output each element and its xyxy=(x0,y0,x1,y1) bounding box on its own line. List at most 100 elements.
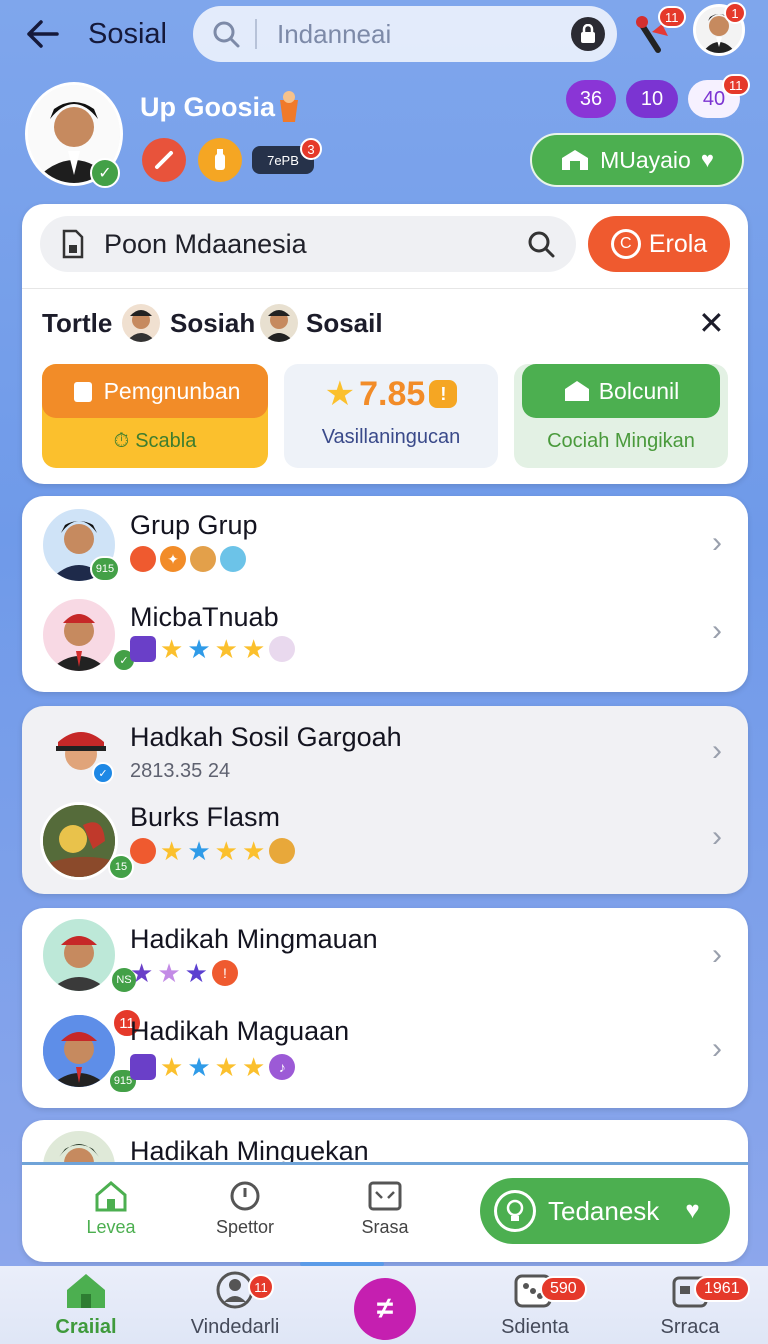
nav-label: Vindedarli xyxy=(190,1316,280,1338)
tab-spettor[interactable]: Spettor xyxy=(190,1180,300,1238)
search-input[interactable]: Indanneai xyxy=(193,6,617,62)
nav-badge: 590 xyxy=(540,1276,587,1302)
star-icon: ★ xyxy=(214,1052,238,1082)
heart-icon: ♥ xyxy=(700,147,714,172)
star-icon: ★ xyxy=(187,836,211,866)
close-icon[interactable]: ✕ xyxy=(698,304,725,342)
tile-3-button[interactable]: Bolcunil xyxy=(522,364,720,418)
lock-icon[interactable] xyxy=(571,17,605,51)
search-divider xyxy=(255,19,257,49)
music-icon: ♪ xyxy=(269,1054,296,1080)
chevron-right-icon: › xyxy=(712,938,722,971)
primary-tab-label: Tedanesk xyxy=(548,1195,660,1226)
reaction-icon xyxy=(130,546,156,572)
tab-levea[interactable]: Levea xyxy=(56,1180,166,1238)
list-avatar xyxy=(40,1012,118,1090)
primary-tab-action[interactable]: Tedanesk ♥ xyxy=(480,1178,730,1244)
divider xyxy=(22,288,748,289)
star-icon: ★ xyxy=(187,1052,211,1082)
document-lock-icon xyxy=(62,229,84,259)
list-title: Hadikah Maguaan xyxy=(130,1016,350,1046)
star-icon: ★ xyxy=(241,836,266,866)
list-card: NS Hadikah Mingmauan ★ ★ ★ ! › 11 915 Ha… xyxy=(22,908,748,1108)
list-item[interactable]: Hadikah Minguekan xyxy=(22,1120,748,1164)
alert-icon: ! xyxy=(211,960,238,986)
list-title: Hadkah Sosil Gargoah xyxy=(130,722,402,752)
list-item[interactable]: ✓ Hadkah Sosil Gargoah 2813.35 24 › xyxy=(22,706,748,796)
rating-value: ★ 7.85 ! xyxy=(284,374,498,414)
tile-3-caption: Cociah Mingikan xyxy=(547,430,695,452)
nav-item-profile[interactable]: Vindedarli xyxy=(180,1270,290,1339)
nav-badge: 1961 xyxy=(694,1276,750,1302)
nav-label: Sdienta xyxy=(501,1316,569,1338)
tab-label: Levea xyxy=(86,1217,136,1237)
list-item[interactable]: ✓ MicbaTnuab ★ ★ ★ ★ › xyxy=(22,592,748,688)
list-title: Hadikah Mingmauan xyxy=(130,924,378,954)
list-icons: ★ ★ ★ ★ ♪ xyxy=(130,1052,296,1082)
filter-panel: Poon Mdaanesia C Erola Tortle Sosiah Sos… xyxy=(22,204,748,484)
brush-icon[interactable] xyxy=(142,138,186,182)
ghost-icon xyxy=(220,546,246,572)
chevron-right-icon: › xyxy=(712,820,722,853)
list-item[interactable]: 15 Burks Flasm ★ ★ ★ ★ › xyxy=(22,800,748,894)
list-avatar xyxy=(40,1128,118,1164)
level-chip-text: 7ePB xyxy=(267,152,299,168)
nav-label: Srraca xyxy=(660,1316,720,1338)
chevron-right-icon: › xyxy=(712,734,722,767)
list-avatar xyxy=(40,916,118,994)
list-card: ✓ Hadkah Sosil Gargoah 2813.35 24 › 15 B… xyxy=(22,706,748,894)
tag-label[interactable]: Sosail xyxy=(306,308,383,339)
list-item[interactable]: 915 Grup Grup ✦ › xyxy=(22,496,748,592)
back-button[interactable] xyxy=(22,14,62,54)
box-icon xyxy=(130,636,156,662)
list-item[interactable]: NS Hadikah Mingmauan ★ ★ ★ ! › xyxy=(22,908,748,1006)
tile-1-button[interactable]: Pemgnunban xyxy=(42,364,268,418)
avatar-badge: 1 xyxy=(724,2,746,24)
ghost-icon xyxy=(269,636,296,662)
panel-search-button-label: Erola xyxy=(648,229,708,258)
cookie-icon xyxy=(190,546,216,572)
compose-icon: ≠ xyxy=(376,1292,394,1325)
search-icon[interactable] xyxy=(526,229,556,259)
heart-icon: ♥ xyxy=(685,1197,700,1224)
nav-center-button[interactable]: ≠ xyxy=(354,1278,416,1340)
torch-icon[interactable]: 11 xyxy=(632,6,686,56)
avatar-badge: 915 xyxy=(90,556,120,582)
list-item[interactable]: 11 915 Hadikah Maguaan ★ ★ ★ ★ ♪ › xyxy=(22,1006,748,1106)
tag-label[interactable]: Tortle xyxy=(42,308,112,339)
page-title: Sosial xyxy=(88,18,167,50)
tile-2[interactable]: ★ 7.85 ! Vasillaningucan xyxy=(284,364,498,468)
search-placeholder: Indanneai xyxy=(277,18,392,49)
store-icon xyxy=(562,150,589,170)
counter-pill-1[interactable]: 36 xyxy=(566,80,616,118)
star-icon: ★ xyxy=(184,958,208,988)
clock-icon xyxy=(230,1181,260,1211)
counter-pill-2[interactable]: 10 xyxy=(626,80,678,118)
tile-1[interactable]: Pemgnunban ⏱ Scabla xyxy=(42,364,268,468)
tab-srasa[interactable]: Srasa xyxy=(330,1180,440,1238)
tag-label[interactable]: Sosiah xyxy=(170,308,255,339)
tile-1-caption: ⏱ Scabla xyxy=(113,430,197,452)
action-button[interactable]: MUayaio ♥ xyxy=(530,133,744,187)
nav-item-home[interactable]: Craiial xyxy=(38,1270,134,1339)
star-icon: ★ xyxy=(160,1052,184,1082)
home-icon xyxy=(67,1274,105,1308)
bottle-icon[interactable] xyxy=(198,138,242,182)
tile-3[interactable]: Bolcunil Cociah Mingikan xyxy=(514,364,728,468)
list-icons: ★ ★ ★ ★ xyxy=(130,634,296,664)
star-icon: ★ xyxy=(214,634,238,664)
panel-search-input[interactable]: Poon Mdaanesia xyxy=(40,216,576,272)
tab-label: Spettor xyxy=(215,1217,275,1237)
list-icons: ★ ★ ★ ★ xyxy=(130,836,296,866)
list-title: MicbaTnuab xyxy=(130,602,279,632)
home-icon xyxy=(95,1181,127,1212)
verified-icon: ✓ xyxy=(90,158,120,188)
star-icon: ★ xyxy=(241,1052,266,1082)
panel-search-button[interactable]: C Erola xyxy=(588,216,730,272)
tile-2-caption: Vasillaningucan xyxy=(321,426,461,448)
arrow-left-icon xyxy=(27,20,59,48)
box-icon xyxy=(130,1054,156,1080)
timer-icon: ⏱ xyxy=(113,430,130,452)
star-icon: ★ xyxy=(187,634,211,664)
list-title: Hadikah Minguekan xyxy=(130,1136,369,1164)
